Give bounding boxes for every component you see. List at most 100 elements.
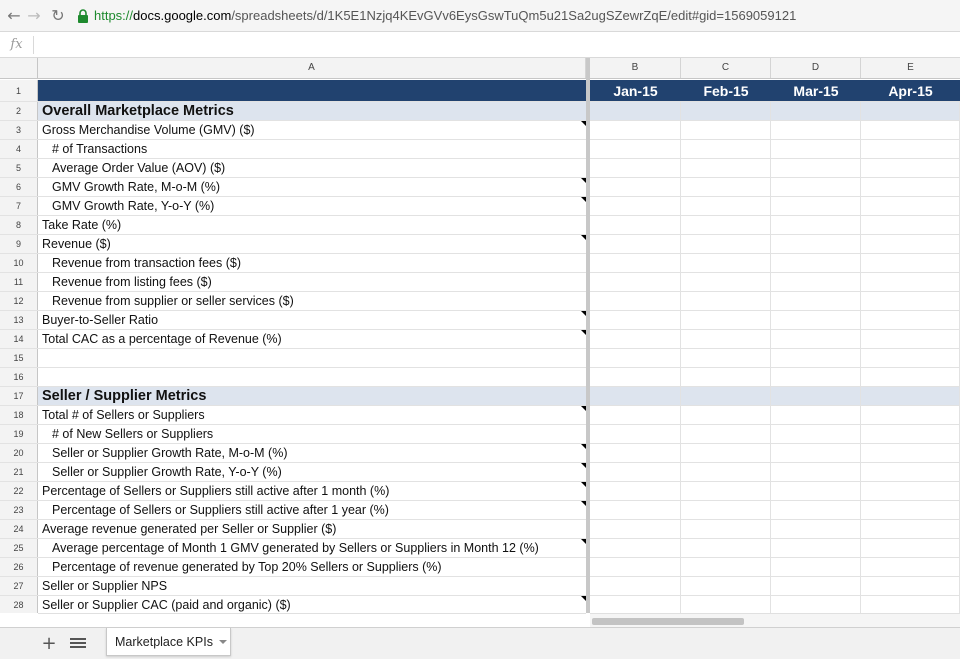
cell-e[interactable] <box>861 235 960 253</box>
column-header-a[interactable]: A <box>38 58 586 78</box>
cell-c[interactable] <box>681 463 771 481</box>
spreadsheet-grid[interactable]: 1 Jan-15 Feb-15 Mar-15 Apr-15 2 Overall Market… <box>0 80 960 613</box>
cell-d[interactable] <box>771 444 861 462</box>
cell-d[interactable]: Mar-15 <box>771 80 861 101</box>
cell-e[interactable] <box>861 273 960 291</box>
select-all-corner[interactable] <box>0 58 38 78</box>
cell-d[interactable] <box>771 178 861 196</box>
cell-c[interactable] <box>681 577 771 595</box>
cell-d[interactable] <box>771 482 861 500</box>
row-number[interactable]: 18 <box>0 406 38 424</box>
cell-b[interactable] <box>590 273 681 291</box>
cell-b[interactable] <box>590 539 681 557</box>
cell-b[interactable] <box>590 121 681 139</box>
cell-b[interactable] <box>590 482 681 500</box>
cell-c[interactable] <box>681 387 771 405</box>
cell-c[interactable] <box>681 311 771 329</box>
cell-b[interactable] <box>590 368 681 386</box>
cell-b[interactable] <box>590 178 681 196</box>
cell-e[interactable] <box>861 197 960 215</box>
cell-e[interactable] <box>861 216 960 234</box>
cell-e[interactable] <box>861 311 960 329</box>
cell-c[interactable] <box>681 121 771 139</box>
cell-a[interactable]: Total # of Sellers or Suppliers <box>38 406 586 424</box>
row-number[interactable]: 24 <box>0 520 38 538</box>
cell-a[interactable]: Buyer-to-Seller Ratio <box>38 311 586 329</box>
cell-a[interactable]: Average Order Value (AOV) ($) <box>38 159 586 177</box>
cell-e[interactable] <box>861 178 960 196</box>
cell-c[interactable] <box>681 444 771 462</box>
cell-c[interactable] <box>681 273 771 291</box>
cell-d[interactable] <box>771 520 861 538</box>
cell-d[interactable] <box>771 387 861 405</box>
cell-e[interactable] <box>861 425 960 443</box>
cell-d[interactable] <box>771 254 861 272</box>
cell-e[interactable] <box>861 368 960 386</box>
cell-e[interactable] <box>861 140 960 158</box>
cell-c[interactable] <box>681 406 771 424</box>
cell-c[interactable] <box>681 330 771 348</box>
cell-e[interactable]: Apr-15 <box>861 80 960 101</box>
cell-c[interactable] <box>681 539 771 557</box>
cell-d[interactable] <box>771 197 861 215</box>
cell-c[interactable] <box>681 596 771 613</box>
cell-d[interactable] <box>771 558 861 576</box>
row-number[interactable]: 19 <box>0 425 38 443</box>
cell-b[interactable] <box>590 349 681 367</box>
cell-a[interactable] <box>38 80 586 101</box>
cell-a[interactable]: Revenue from transaction fees ($) <box>38 254 586 272</box>
row-number[interactable]: 27 <box>0 577 38 595</box>
row-number[interactable]: 3 <box>0 121 38 139</box>
reload-icon[interactable]: ↻ <box>48 6 68 26</box>
cell-c[interactable] <box>681 254 771 272</box>
row-number[interactable]: 8 <box>0 216 38 234</box>
cell-c[interactable] <box>681 425 771 443</box>
cell-b[interactable] <box>590 558 681 576</box>
cell-a[interactable]: Take Rate (%) <box>38 216 586 234</box>
cell-c[interactable] <box>681 349 771 367</box>
cell-a[interactable]: Gross Merchandise Volume (GMV) ($) <box>38 121 586 139</box>
horizontal-scroll-thumb[interactable] <box>592 618 744 625</box>
row-number[interactable]: 2 <box>0 102 38 120</box>
cell-e[interactable] <box>861 102 960 120</box>
column-header-b[interactable]: B <box>590 58 681 78</box>
cell-a[interactable]: Seller or Supplier CAC (paid and organic… <box>38 596 586 613</box>
sheet-tab-marketplace-kpis[interactable]: Marketplace KPIs <box>106 628 231 656</box>
cell-e[interactable] <box>861 387 960 405</box>
cell-d[interactable] <box>771 311 861 329</box>
row-number[interactable]: 22 <box>0 482 38 500</box>
cell-e[interactable] <box>861 444 960 462</box>
horizontal-scrollbar[interactable] <box>590 613 960 627</box>
cell-e[interactable] <box>861 558 960 576</box>
cell-e[interactable] <box>861 121 960 139</box>
cell-b[interactable] <box>590 216 681 234</box>
row-number[interactable]: 16 <box>0 368 38 386</box>
cell-b[interactable] <box>590 463 681 481</box>
cell-a[interactable] <box>38 368 586 386</box>
url-field[interactable]: https://docs.google.com/spreadsheets/d/1… <box>94 8 796 23</box>
cell-d[interactable] <box>771 273 861 291</box>
cell-e[interactable] <box>861 330 960 348</box>
row-number[interactable]: 25 <box>0 539 38 557</box>
column-header-e[interactable]: E <box>861 58 960 78</box>
cell-b[interactable] <box>590 425 681 443</box>
cell-c[interactable] <box>681 292 771 310</box>
row-number[interactable]: 20 <box>0 444 38 462</box>
cell-a[interactable]: Average percentage of Month 1 GMV genera… <box>38 539 586 557</box>
cell-e[interactable] <box>861 349 960 367</box>
row-number[interactable]: 5 <box>0 159 38 177</box>
cell-b[interactable] <box>590 501 681 519</box>
cell-d[interactable] <box>771 121 861 139</box>
cell-e[interactable] <box>861 596 960 613</box>
cell-a[interactable]: Revenue ($) <box>38 235 586 253</box>
row-number[interactable]: 26 <box>0 558 38 576</box>
row-number[interactable]: 11 <box>0 273 38 291</box>
cell-b[interactable] <box>590 292 681 310</box>
row-number[interactable]: 21 <box>0 463 38 481</box>
cell-a[interactable]: # of New Sellers or Suppliers <box>38 425 586 443</box>
cell-b[interactable] <box>590 444 681 462</box>
cell-e[interactable] <box>861 482 960 500</box>
cell-d[interactable] <box>771 501 861 519</box>
cell-c[interactable] <box>681 368 771 386</box>
cell-e[interactable] <box>861 520 960 538</box>
